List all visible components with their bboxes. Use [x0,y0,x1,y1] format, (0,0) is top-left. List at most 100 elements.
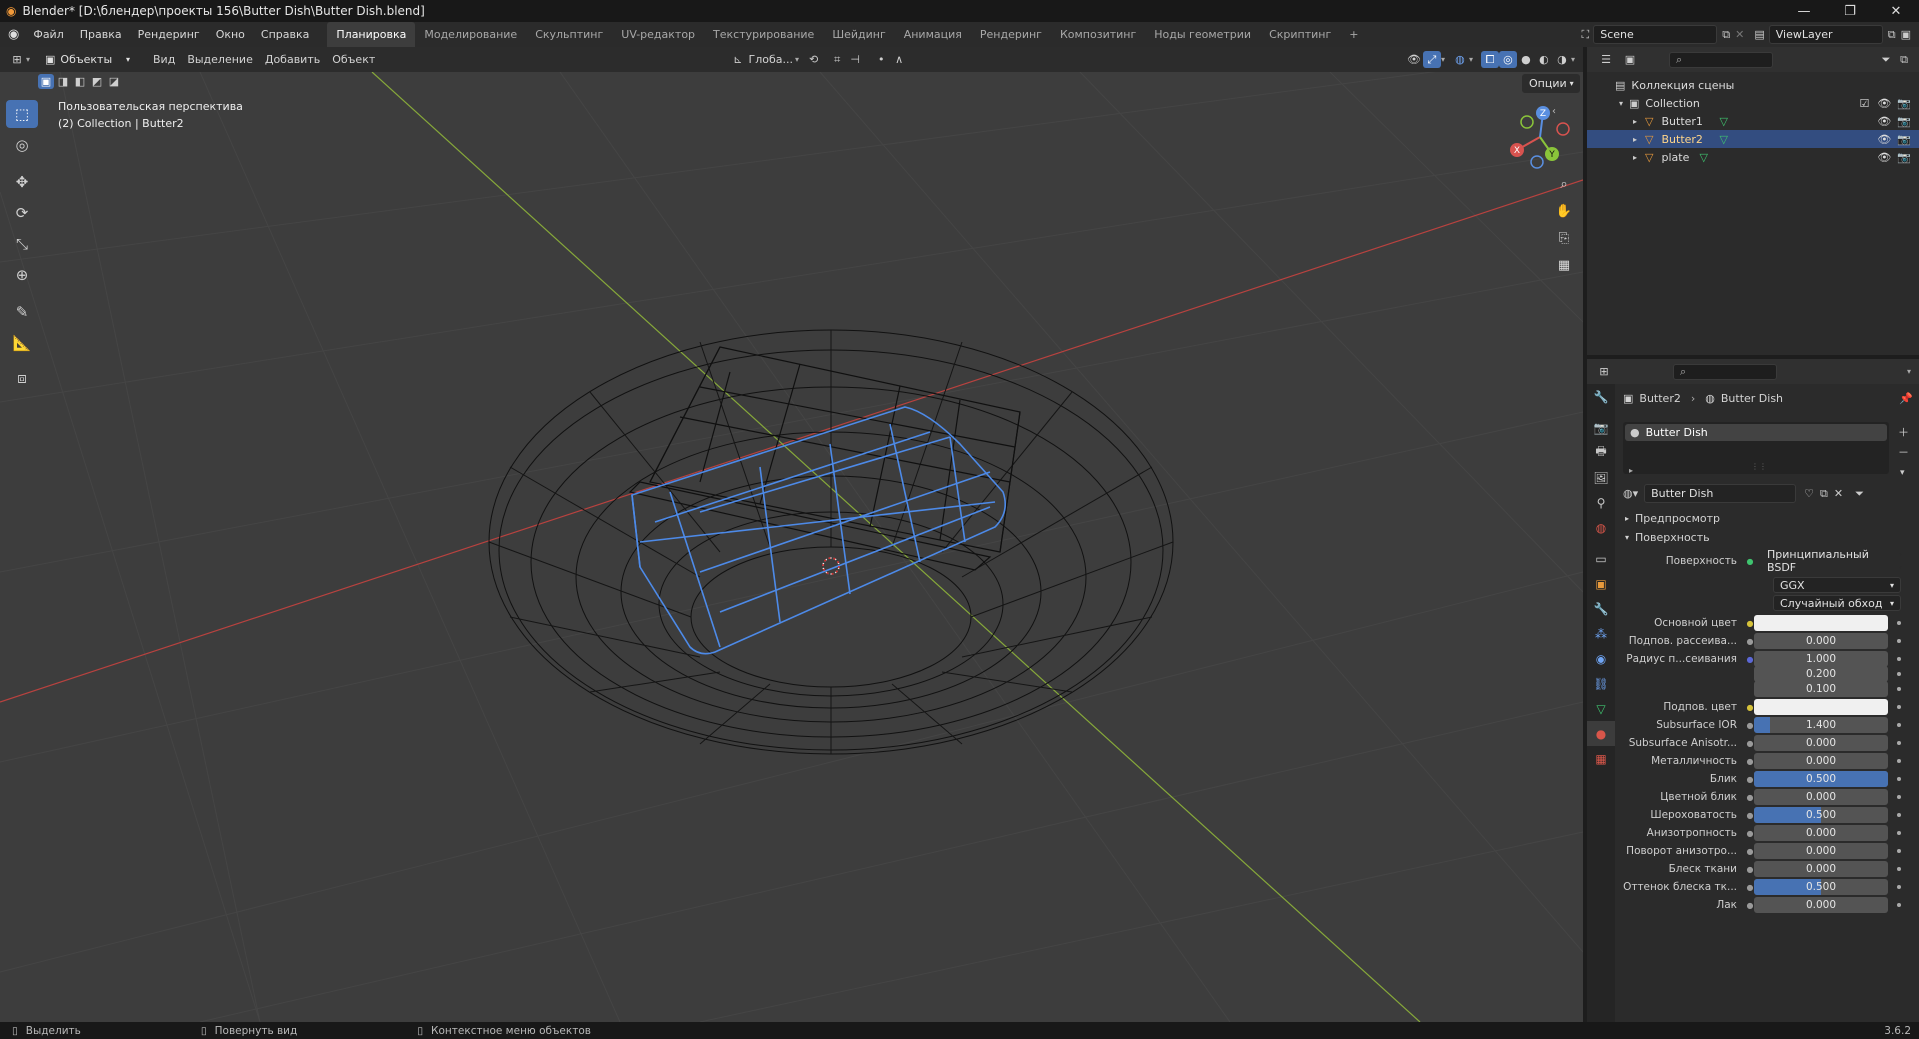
pivot-point-icon[interactable]: ⟲ [809,53,818,66]
slot-specials-icon[interactable]: ▾ [1900,468,1905,478]
outliner-collection[interactable]: ▾ ▣ Collection ☑ 👁 📷 [1587,94,1919,112]
rotate-tool-icon[interactable]: ⟳ [6,199,38,227]
keyframe-dot-icon[interactable] [1897,885,1901,889]
number-field[interactable]: 0.000 [1754,735,1888,751]
menu-help[interactable]: Справка [253,22,317,47]
solid-shading-icon[interactable]: ● [1517,51,1535,68]
menu-file[interactable]: Файл [25,22,71,47]
fake-user-icon[interactable]: ♡ [1804,487,1814,500]
mode-selector[interactable]: ▣ Объекты ▾ [38,50,138,69]
collection-checkbox[interactable]: ☑ [1859,97,1869,110]
material-shading-icon[interactable]: ◐ [1535,51,1553,68]
tab-shading[interactable]: Шейдинг [823,22,894,47]
filter-icon[interactable]: ⏷ [1877,51,1895,68]
modifier-tab-icon[interactable]: 🔧 [1587,596,1615,621]
number-field[interactable]: 0.000 [1754,861,1888,877]
keyframe-dot-icon[interactable] [1897,723,1901,727]
number-field[interactable]: 0.500 [1754,879,1888,895]
add-workspace-button[interactable]: + [1340,22,1367,47]
render-tab-icon[interactable]: 📷 [1587,415,1615,440]
mesh-data-icon[interactable]: ▽ [1699,151,1707,164]
surface-shader-selector[interactable]: Принципиальный BSDF [1760,548,1902,574]
tab-scripting[interactable]: Скриптинг [1260,22,1340,47]
3d-viewport[interactable]: Пользовательская перспектива (2) Collect… [0,72,1583,1022]
select-invert-icon[interactable]: ◩ [89,74,105,89]
material-slot-row[interactable]: ● Butter Dish [1625,424,1887,441]
display-mode-icon[interactable]: ▣ [1621,51,1639,68]
snap-target-icon[interactable]: ⊣ [846,51,864,68]
list-resize-handle-icon[interactable]: ⋮⋮ [1751,462,1767,471]
select-subtract-icon[interactable]: ◧ [72,74,88,89]
properties-options-icon[interactable]: ▾ [1907,367,1911,376]
select-new-icon[interactable]: ▣ [38,74,54,89]
outliner-search-input[interactable]: ⌕ [1669,51,1773,68]
delete-view-layer-icon[interactable]: ▣ [1901,28,1911,41]
render-camera-icon[interactable]: 📷 [1897,151,1911,164]
surface-panel-header[interactable]: ▾ Поверхность [1615,529,1919,546]
number-field[interactable]: 1.400 [1754,717,1888,733]
scene-icon[interactable]: ⛶ [1582,28,1590,42]
outliner-item-butter1[interactable]: ▸ ▽ Butter1 ▽ 👁 📷 [1587,112,1919,130]
transform-orientation-icon[interactable]: ⊾ [733,53,742,66]
keyframe-dot-icon[interactable] [1897,657,1901,661]
rendered-shading-icon[interactable]: ◑ [1553,51,1571,68]
keyframe-dot-icon[interactable] [1897,831,1901,835]
tab-sculpting[interactable]: Скульптинг [526,22,612,47]
keyframe-dot-icon[interactable] [1897,849,1901,853]
number-field[interactable]: 0.000 [1754,789,1888,805]
close-button[interactable]: ✕ [1873,0,1919,22]
tab-rendering[interactable]: Рендеринг [971,22,1051,47]
annotate-tool-icon[interactable]: ✎ [6,298,38,326]
options-dropdown[interactable]: Опции ▾ [1522,74,1580,93]
gizmo-collapse-icon[interactable]: ‹ [1552,106,1556,117]
data-tab-icon[interactable]: ▽ [1587,696,1615,721]
keyframe-dot-icon[interactable] [1897,867,1901,871]
material-browse-icon[interactable]: ◍▾ [1623,487,1638,500]
snap-icon[interactable]: ⌗ [828,51,846,68]
keyframe-dot-icon[interactable] [1897,759,1901,763]
new-scene-icon[interactable]: ⧉ [1722,28,1730,42]
number-field[interactable]: 0.000 [1754,897,1888,913]
delete-scene-icon[interactable]: ✕ [1735,28,1744,41]
number-field[interactable]: 0.000 [1754,753,1888,769]
visibility-eye-icon[interactable]: 👁 [1877,97,1891,110]
outliner-editor-type-icon[interactable]: ☰ [1597,51,1615,68]
keyframe-dot-icon[interactable] [1897,741,1901,745]
duplicate-material-icon[interactable]: ⧉ [1820,487,1828,501]
new-collection-icon[interactable]: ⧉ [1895,51,1913,68]
view-layer-tab-icon[interactable]: 🖼 [1587,465,1615,490]
visibility-eye-icon[interactable]: 👁 [1877,151,1891,164]
outliner-item-butter2[interactable]: ▸ ▽ Butter2 ▽ 👁 📷 [1587,130,1919,148]
keyframe-dot-icon[interactable] [1897,813,1901,817]
visibility-eye-icon[interactable]: 👁 [1877,115,1891,128]
tab-uv-editing[interactable]: UV-редактор [612,22,704,47]
xray-toggle-icon[interactable]: ⧠ [1480,51,1499,68]
select-extend-icon[interactable]: ◨ [55,74,71,89]
menu-add[interactable]: Добавить [259,53,326,66]
tab-modeling[interactable]: Моделирование [415,22,526,47]
render-camera-icon[interactable]: 📷 [1897,115,1911,128]
tab-compositing[interactable]: Композитинг [1051,22,1145,47]
transform-tool-icon[interactable]: ⊕ [6,261,38,289]
number-field[interactable]: 0.000 [1754,825,1888,841]
keyframe-dot-icon[interactable] [1897,687,1901,691]
select-intersect-icon[interactable]: ◪ [106,74,122,89]
material-link-icon[interactable]: ⏷ [1855,487,1864,501]
material-name-field[interactable]: Butter Dish [1644,484,1797,503]
subsurface-method-dropdown[interactable]: Случайный обход ▾ [1773,595,1901,611]
scene-selector[interactable]: Scene [1593,25,1718,44]
zoom-icon[interactable]: ⌕ [1552,172,1576,196]
output-tab-icon[interactable]: 🖶 [1587,440,1615,465]
keyframe-dot-icon[interactable] [1897,621,1901,625]
scene-tab-icon[interactable]: ⚲ [1587,490,1615,515]
pan-hand-icon[interactable]: ✋ [1552,199,1576,223]
world-tab-icon[interactable]: ◍ [1587,515,1615,540]
move-tool-icon[interactable]: ✥ [6,168,38,196]
tool-tab-icon[interactable]: 🔧 [1587,384,1615,409]
scale-tool-icon[interactable]: ⤡ [6,230,38,258]
keyframe-dot-icon[interactable] [1897,777,1901,781]
outliner-item-plate[interactable]: ▸ ▽ plate ▽ 👁 📷 [1587,148,1919,166]
visibility-eye-icon[interactable]: 👁 [1877,133,1891,146]
expand-arrow-icon[interactable]: ▸ [1633,117,1637,126]
texture-tab-icon[interactable]: ▦ [1587,746,1615,771]
